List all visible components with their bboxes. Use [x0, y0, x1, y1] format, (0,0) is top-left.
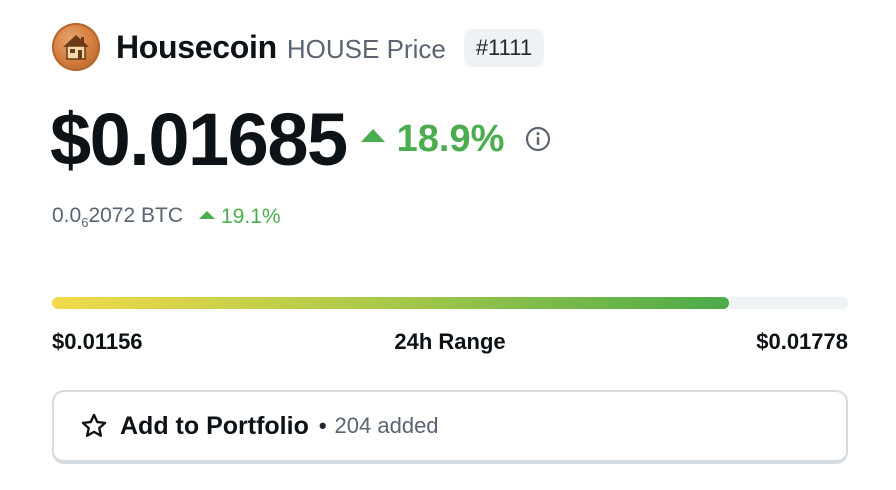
info-icon[interactable]	[524, 125, 552, 153]
range-bar	[52, 297, 848, 309]
range-title: 24h Range	[394, 329, 506, 354]
coin-name: Housecoin	[116, 28, 277, 65]
range-labels: $0.01156 24h Range $0.01778	[52, 328, 848, 356]
caret-up-icon	[360, 128, 385, 142]
range-bar-fill	[52, 297, 729, 309]
range-high: $0.01778	[756, 329, 848, 354]
coin-header: Housecoin HOUSE Price #1111	[52, 22, 545, 72]
caret-up-icon	[199, 211, 215, 219]
range-low: $0.01156	[52, 329, 143, 354]
portfolio-added-count: 204 added	[334, 413, 439, 438]
usd-price: $0.01685	[50, 97, 348, 181]
btc-price-digits: 2072 BTC	[88, 204, 183, 227]
portfolio-label: Add to Portfolio	[120, 411, 309, 440]
btc-change: 19.1%	[199, 205, 281, 229]
price-change-24h: 18.9%	[360, 117, 505, 161]
add-to-portfolio-button[interactable]: Add to Portfolio • 204 added	[52, 390, 848, 464]
star-outline-icon	[80, 412, 108, 440]
price-row: $0.01685 18.9%	[50, 96, 552, 182]
coin-subtitle: HOUSE Price	[286, 33, 446, 64]
rank-badge: #1111	[463, 29, 545, 67]
btc-price-row: 0.062072 BTC 19.1%	[52, 202, 281, 232]
price-change-value: 18.9%	[396, 117, 505, 160]
separator-dot: •	[318, 413, 327, 438]
btc-change-value: 19.1%	[221, 205, 281, 228]
house-logo-icon	[52, 23, 100, 71]
btc-price-prefix: 0.0	[52, 204, 82, 227]
btc-price: 0.062072 BTC	[52, 204, 183, 230]
